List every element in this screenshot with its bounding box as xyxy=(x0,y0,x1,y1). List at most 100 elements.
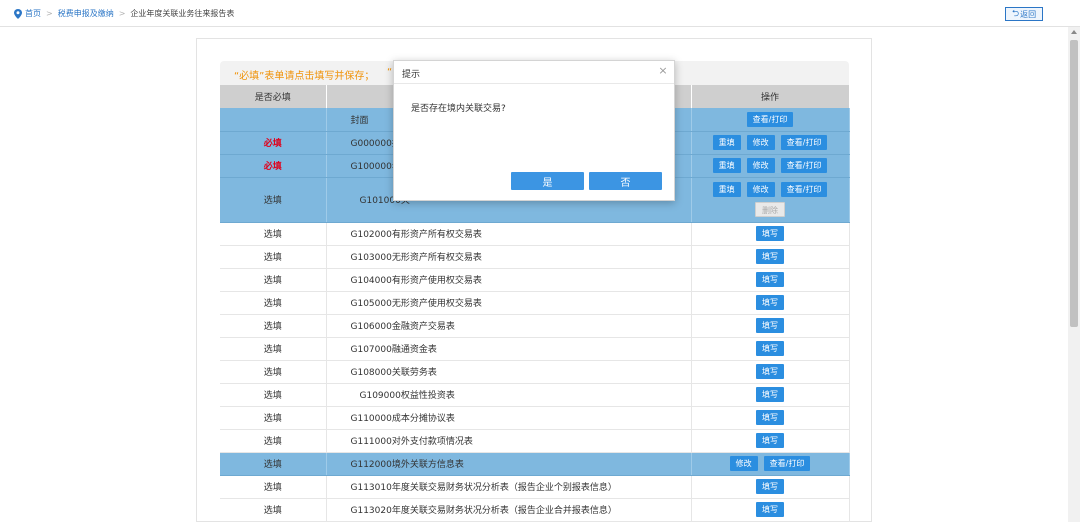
form-name-cell: G110000成本分摊协议表 xyxy=(326,406,692,430)
required-cell: 必填 xyxy=(220,154,327,178)
notice-text: “必填”表单请点击填写并保存； xyxy=(234,71,375,82)
required-cell xyxy=(220,108,327,132)
fill-button[interactable]: 填写 xyxy=(756,479,784,494)
delete-button[interactable]: 删除 xyxy=(755,202,785,217)
form-name-cell: G109000权益性投资表 xyxy=(326,383,692,407)
breadcrumb-separator: > xyxy=(46,9,53,18)
table-row: 选填 G109000权益性投资表 填写 xyxy=(220,383,850,407)
fill-button[interactable]: 填写 xyxy=(756,341,784,356)
dialog-title: 提示 xyxy=(402,70,421,80)
form-name-cell: G104000有形资产使用权交易表 xyxy=(326,268,692,292)
operations-cell: 填写 xyxy=(691,429,850,453)
operations-cell: 填写 xyxy=(691,222,850,246)
required-cell: 选填 xyxy=(220,429,327,453)
required-cell: 选填 xyxy=(220,406,327,430)
form-name-cell: G113020年度关联交易财务状况分析表（报告企业合并报表信息） xyxy=(326,498,692,522)
fill-button[interactable]: 填写 xyxy=(756,226,784,241)
top-bar: 首页 > 税费申报及缴纳 > 企业年度关联业务往来报告表 ⮌ 返回 xyxy=(0,0,1080,27)
operations-cell: 填写 xyxy=(691,245,850,269)
table-row: 选填 G105000无形资产使用权交易表 填写 xyxy=(220,291,850,315)
breadcrumb: 首页 > 税费申报及缴纳 > 企业年度关联业务往来报告表 xyxy=(14,8,234,19)
operations-cell: 填写 xyxy=(691,383,850,407)
fill-button[interactable]: 填写 xyxy=(756,295,784,310)
fill-button[interactable]: 填写 xyxy=(756,364,784,379)
fill-button[interactable]: 填写 xyxy=(756,318,784,333)
required-cell: 必填 xyxy=(220,131,327,155)
view-print-button[interactable]: 查看/打印 xyxy=(780,158,828,173)
form-name-cell: G107000融通资金表 xyxy=(326,337,692,361)
required-cell: 选填 xyxy=(220,360,327,384)
operations-cell: 填写 xyxy=(691,291,850,315)
breadcrumb-current: 企业年度关联业务往来报告表 xyxy=(130,9,235,18)
required-cell: 选填 xyxy=(220,475,327,499)
table-row: 选填 G104000有形资产使用权交易表 填写 xyxy=(220,268,850,292)
operations-cell: 修改 查看/打印 xyxy=(691,452,850,476)
operations-cell: 重填 修改 查看/打印 xyxy=(691,131,850,155)
table-row: 选填 G112000境外关联方信息表 修改 查看/打印 xyxy=(220,452,850,476)
table-row: 选填 G110000成本分摊协议表 填写 xyxy=(220,406,850,430)
table-row: 选填 G102000有形资产所有权交易表 填写 xyxy=(220,222,850,246)
view-print-button[interactable]: 查看/打印 xyxy=(746,111,794,127)
required-cell: 选填 xyxy=(220,337,327,361)
table-row: 选填 G107000融通资金表 填写 xyxy=(220,337,850,361)
required-cell: 选填 xyxy=(220,291,327,315)
breadcrumb-section-link[interactable]: 税费申报及缴纳 xyxy=(58,8,114,19)
back-button-label: 返回 xyxy=(1020,9,1037,19)
view-print-button[interactable]: 查看/打印 xyxy=(780,135,828,150)
operations-cell: 填写 xyxy=(691,406,850,430)
required-cell: 选填 xyxy=(220,314,327,338)
notice-text-trailing: “ xyxy=(387,67,393,78)
fill-button[interactable]: 填写 xyxy=(756,249,784,264)
required-cell: 选填 xyxy=(220,383,327,407)
operations-cell: 填写 xyxy=(691,498,850,522)
scroll-up-arrow-icon[interactable] xyxy=(1071,30,1077,34)
fill-button[interactable]: 填写 xyxy=(756,433,784,448)
column-header-operations: 操作 xyxy=(691,85,850,108)
back-button[interactable]: ⮌ 返回 xyxy=(1005,7,1043,21)
dialog-header: 提示 × xyxy=(394,61,674,84)
back-arrow-icon: ⮌ xyxy=(1011,9,1020,19)
operations-cell: 填写 xyxy=(691,314,850,338)
modify-button[interactable]: 修改 xyxy=(746,158,775,173)
form-name-cell: G111000对外支付款项情况表 xyxy=(326,429,692,453)
view-print-button[interactable]: 查看/打印 xyxy=(780,182,828,197)
view-print-button[interactable]: 查看/打印 xyxy=(763,456,811,471)
table-row: 选填 G103000无形资产所有权交易表 填写 xyxy=(220,245,850,269)
refill-button[interactable]: 重填 xyxy=(712,182,741,197)
operations-cell: 填写 xyxy=(691,268,850,292)
form-name-cell: G113010年度关联交易财务状况分析表（报告企业个别报表信息） xyxy=(326,475,692,499)
form-name-cell: G105000无形资产使用权交易表 xyxy=(326,291,692,315)
operations-cell: 查看/打印 xyxy=(691,108,850,132)
fill-button[interactable]: 填写 xyxy=(756,410,784,425)
form-name-cell: G108000关联劳务表 xyxy=(326,360,692,384)
refill-button[interactable]: 重填 xyxy=(712,135,741,150)
dialog-message: 是否存在境内关联交易? xyxy=(411,104,506,114)
form-name-cell: G112000境外关联方信息表 xyxy=(326,452,692,476)
close-icon[interactable]: × xyxy=(658,65,668,76)
fill-button[interactable]: 填写 xyxy=(756,502,784,517)
fill-button[interactable]: 填写 xyxy=(756,272,784,287)
yes-button[interactable]: 是 xyxy=(511,172,584,190)
table-row: 选填 G108000关联劳务表 填写 xyxy=(220,360,850,384)
form-name-cell: G106000金融资产交易表 xyxy=(326,314,692,338)
operations-cell: 重填 修改 查看/打印 xyxy=(691,154,850,178)
refill-button[interactable]: 重填 xyxy=(712,158,741,173)
modify-button[interactable]: 修改 xyxy=(746,182,775,197)
required-cell: 选填 xyxy=(220,177,327,223)
operations-cell: 重填 修改 查看/打印 删除 xyxy=(691,177,850,223)
modify-button[interactable]: 修改 xyxy=(746,135,775,150)
modify-button[interactable]: 修改 xyxy=(729,456,758,471)
table-row: 选填 G106000金融资产交易表 填写 xyxy=(220,314,850,338)
required-cell: 选填 xyxy=(220,268,327,292)
table-row: 选填 G111000对外支付款项情况表 填写 xyxy=(220,429,850,453)
column-header-required: 是否必填 xyxy=(220,85,327,108)
breadcrumb-home-link[interactable]: 首页 xyxy=(25,8,41,19)
scrollbar-thumb[interactable] xyxy=(1070,40,1078,327)
operations-cell: 填写 xyxy=(691,337,850,361)
form-name-cell: G103000无形资产所有权交易表 xyxy=(326,245,692,269)
no-button[interactable]: 否 xyxy=(589,172,662,190)
required-cell: 选填 xyxy=(220,498,327,522)
form-name-cell: G102000有形资产所有权交易表 xyxy=(326,222,692,246)
fill-button[interactable]: 填写 xyxy=(756,387,784,402)
location-pin-icon xyxy=(14,8,22,19)
